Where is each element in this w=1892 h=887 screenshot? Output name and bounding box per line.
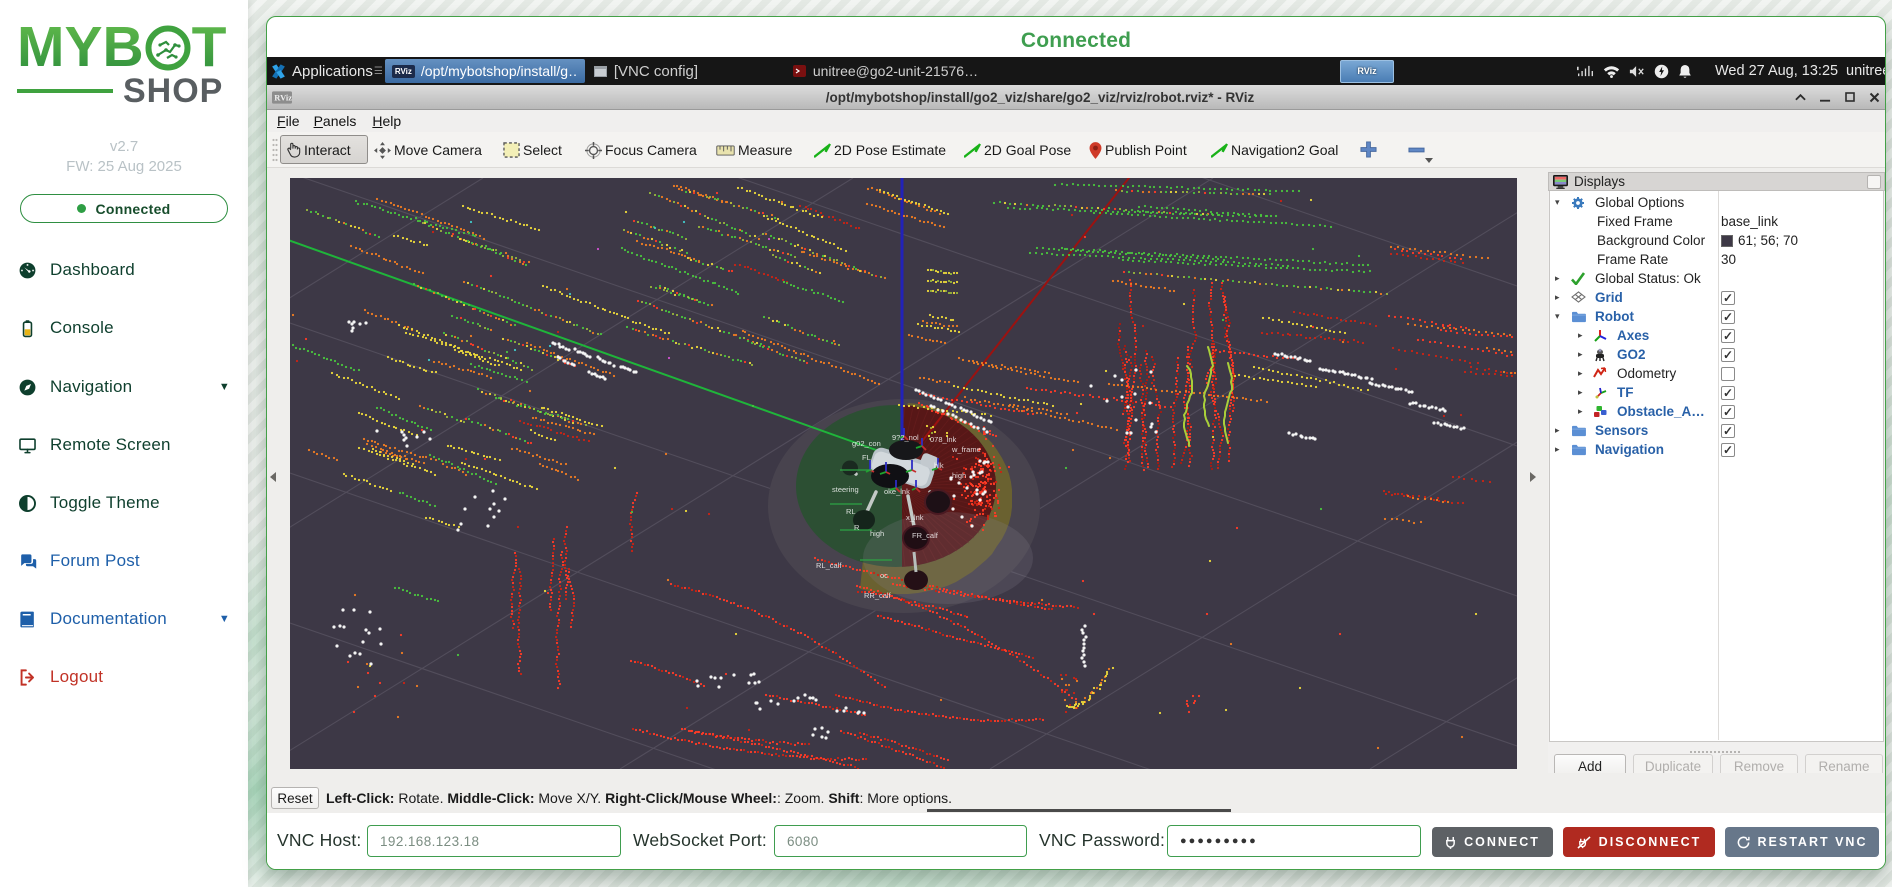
svg-text:R: R <box>854 523 860 532</box>
svg-text:g02_con: g02_con <box>852 439 881 448</box>
svg-text:high: high <box>952 471 966 480</box>
svg-text:FR_calf: FR_calf <box>912 531 939 540</box>
svg-text:steering: steering <box>832 485 859 494</box>
svg-text:hlk: hlk <box>934 461 944 470</box>
svg-text:RL: RL <box>846 507 856 516</box>
svg-text:078_lnk: 078_lnk <box>930 435 957 444</box>
svg-text:RR_calf: RR_calf <box>864 591 892 600</box>
svg-text:high: high <box>870 529 884 538</box>
svg-text:oc: oc <box>880 571 888 580</box>
svg-text:RL_calf: RL_calf <box>816 561 842 570</box>
svg-text:FL: FL <box>862 453 871 462</box>
svg-text:x_lnk: x_lnk <box>906 513 924 522</box>
svg-text:9?2_nol: 9?2_nol <box>892 433 919 442</box>
svg-text:w_frame: w_frame <box>951 445 981 454</box>
svg-text:oke_lnk: oke_lnk <box>884 487 910 496</box>
